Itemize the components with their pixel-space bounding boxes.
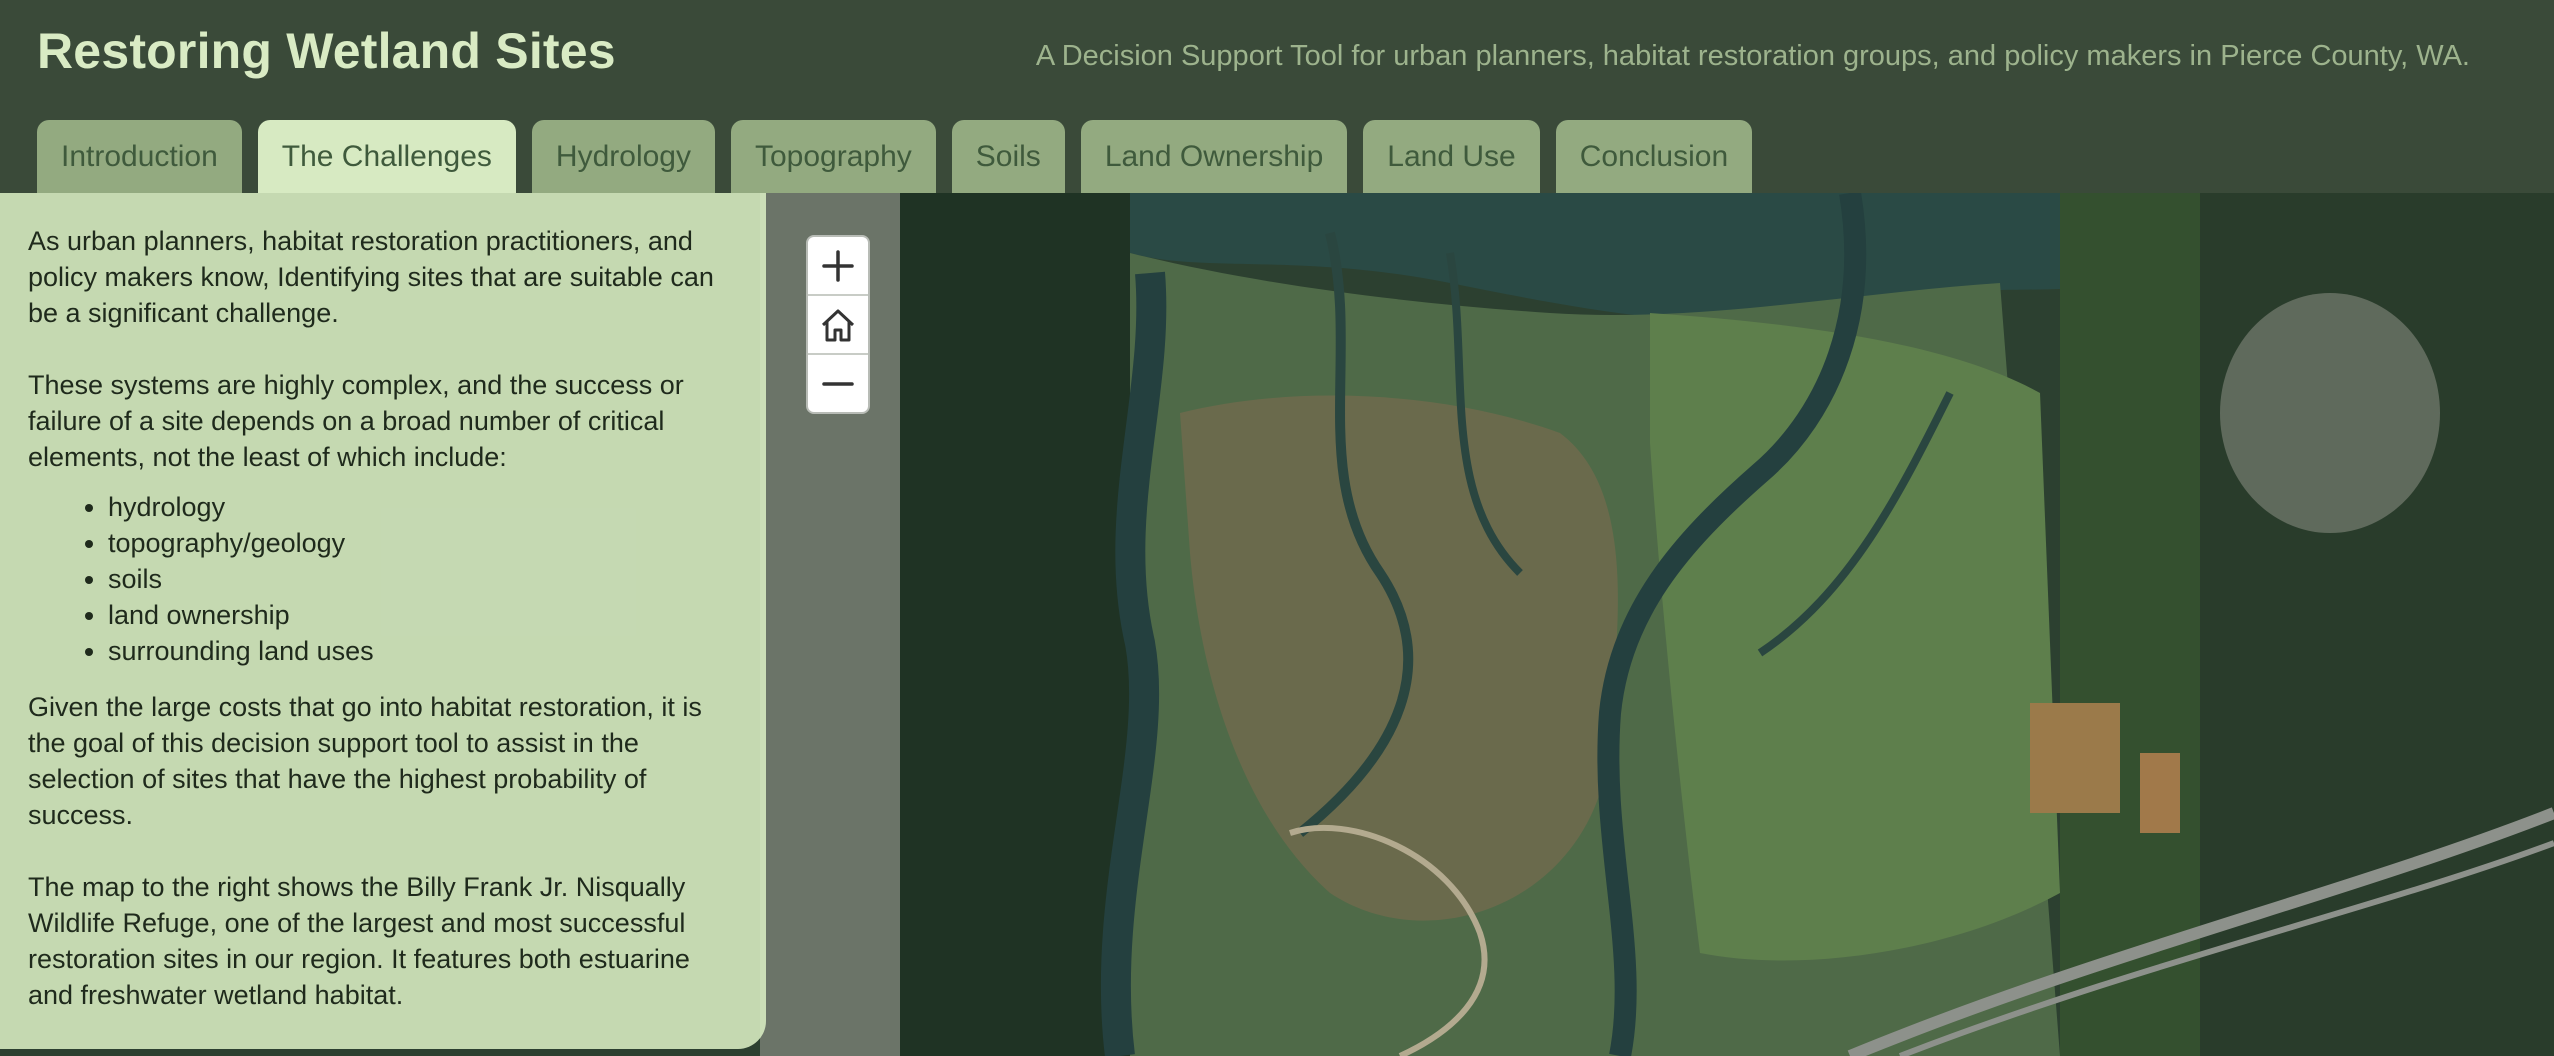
app-header: Restoring Wetland Sites A Decision Suppo… (0, 0, 2554, 193)
tab-land-ownership[interactable]: Land Ownership (1080, 120, 1348, 193)
critical-elements-list: hydrology topography/geology soils land … (28, 489, 738, 669)
panel-paragraph-goal: Given the large costs that go into habit… (28, 692, 702, 830)
home-button[interactable] (808, 296, 868, 355)
panel-paragraph-complexity: These systems are highly complex, and th… (28, 370, 684, 472)
list-item: land ownership (108, 597, 738, 633)
map-zoom-controls (806, 235, 870, 414)
home-icon (821, 309, 855, 341)
tab-bar: Introduction The Challenges Hydrology To… (37, 120, 1753, 193)
info-panel: As urban planners, habitat restoration p… (0, 193, 766, 1049)
panel-paragraph-intro: As urban planners, habitat restoration p… (28, 226, 714, 328)
list-item: soils (108, 561, 738, 597)
tab-topography[interactable]: Topography (730, 120, 936, 193)
app-title: Restoring Wetland Sites (37, 23, 616, 79)
list-item: topography/geology (108, 525, 738, 561)
tab-introduction[interactable]: Introduction (37, 120, 242, 193)
minus-icon (822, 381, 854, 386)
tab-conclusion[interactable]: Conclusion (1555, 120, 1753, 193)
tab-land-use[interactable]: Land Use (1363, 120, 1540, 193)
zoom-in-button[interactable] (808, 237, 868, 296)
tab-the-challenges[interactable]: The Challenges (257, 120, 516, 193)
app-subtitle: A Decision Support Tool for urban planne… (1035, 40, 2470, 72)
tab-hydrology[interactable]: Hydrology (531, 120, 715, 193)
zoom-out-button[interactable] (808, 355, 868, 412)
plus-icon (822, 249, 854, 282)
list-item: hydrology (108, 489, 738, 525)
list-item: surrounding land uses (108, 633, 738, 669)
panel-paragraph-map-description: The map to the right shows the Billy Fra… (28, 872, 690, 1010)
tab-soils[interactable]: Soils (951, 120, 1065, 193)
